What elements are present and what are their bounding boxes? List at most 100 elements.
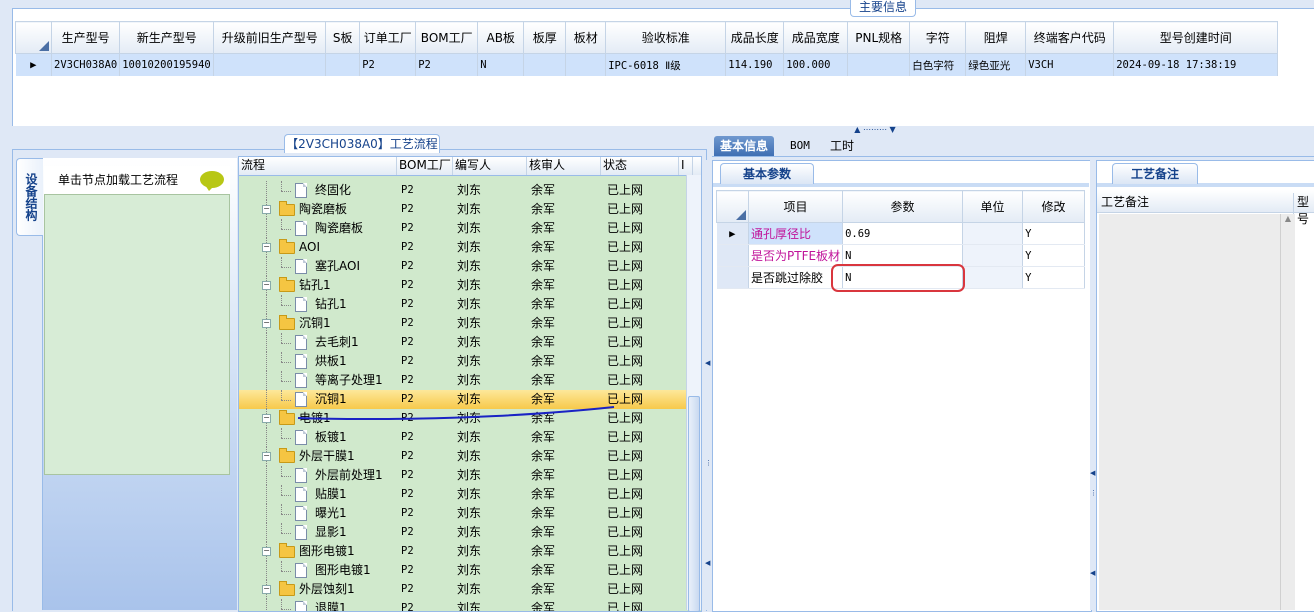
param-item-cell[interactable]: 通孔厚径比 xyxy=(748,222,844,245)
tree-leaf-node[interactable]: 钻孔1 P2 刘东 余军 已上网 xyxy=(239,295,687,314)
table-cell[interactable]: 白色字符 xyxy=(909,53,967,76)
tree-leaf-node[interactable]: 外层前处理1 P2 刘东 余军 已上网 xyxy=(239,466,687,485)
table-cell[interactable]: 100.000 xyxy=(783,53,849,76)
tree-leaf-node[interactable]: 板镀1 P2 刘东 余军 已上网 xyxy=(239,428,687,447)
column-header[interactable]: AB板 xyxy=(477,21,525,54)
splitter-grip-icon[interactable]: ▲ ⋯⋯⋯ ▼ xyxy=(845,126,905,134)
tree-leaf-node[interactable]: 终固化 P2 刘东 余军 已上网 xyxy=(239,181,687,200)
param-edit-cell[interactable]: Y xyxy=(1022,244,1086,267)
column-header[interactable]: PNL规格 xyxy=(847,21,911,54)
tree-leaf-node[interactable]: 去毛刺1 P2 刘东 余军 已上网 xyxy=(239,333,687,352)
column-header[interactable]: 订单工厂 xyxy=(359,21,417,54)
params-column-header[interactable]: 修改 xyxy=(1022,190,1086,223)
table-cell[interactable] xyxy=(325,53,361,76)
params-grid-corner[interactable] xyxy=(716,190,749,223)
notes-body[interactable] xyxy=(1099,214,1295,610)
tree-folder-node[interactable]: − 陶瓷磨板 P2 刘东 余军 已上网 xyxy=(239,200,687,219)
tree-column-header[interactable]: 状态 xyxy=(601,157,679,175)
collapse-icon[interactable]: − xyxy=(262,585,271,594)
table-cell[interactable] xyxy=(213,53,327,76)
tree-leaf-node[interactable]: 等离子处理1 P2 刘东 余军 已上网 xyxy=(239,371,687,390)
tree-folder-node[interactable]: − 沉铜1 P2 刘东 余军 已上网 xyxy=(239,314,687,333)
column-header[interactable]: 生产型号 xyxy=(50,21,121,54)
param-edit-cell[interactable]: Y xyxy=(1022,266,1086,289)
table-cell[interactable]: 114.190 xyxy=(725,53,785,76)
process-tree-grid[interactable]: 流程 BOM工厂 编写人 核审人 状态 I 终固化 P2 刘东 余军 已上网 − 陶瓷磨板 P2 刘东 余军… xyxy=(238,156,702,612)
table-cell[interactable] xyxy=(847,53,911,76)
tree-leaf-node[interactable]: 曝光1 P2 刘东 余军 已上网 xyxy=(239,504,687,523)
tree-leaf-node[interactable]: 塞孔AOI P2 刘东 余军 已上网 xyxy=(239,257,687,276)
tree-leaf-node[interactable]: 烘板1 P2 刘东 余军 已上网 xyxy=(239,352,687,371)
table-cell[interactable]: N xyxy=(477,53,525,76)
column-header[interactable]: 新生产型号 xyxy=(119,21,215,54)
tree-folder-node[interactable]: − 外层干膜1 P2 刘东 余军 已上网 xyxy=(239,447,687,466)
table-cell[interactable]: 10010200195940 xyxy=(119,53,215,76)
table-cell[interactable]: IPC-6018 Ⅱ级 xyxy=(605,53,727,76)
collapse-icon[interactable]: − xyxy=(262,414,271,423)
params-column-header[interactable]: 项目 xyxy=(747,190,844,223)
param-unit-cell[interactable] xyxy=(962,266,1024,289)
collapse-icon[interactable]: − xyxy=(262,319,271,328)
tree-folder-node[interactable]: − AOI P2 刘东 余军 已上网 xyxy=(239,238,687,257)
column-header[interactable]: 成品长度 xyxy=(725,21,785,54)
param-edit-cell[interactable]: Y xyxy=(1022,222,1086,245)
tab-process-notes[interactable]: 工艺备注 xyxy=(1112,163,1198,184)
tree-scroll-thumb[interactable] xyxy=(688,396,700,612)
params-row[interactable]: ▶ 通孔厚径比 0.69 Y xyxy=(716,222,1086,245)
tab-main-info[interactable]: 主要信息 xyxy=(850,0,916,17)
tab-process-flow[interactable]: 【2V3CH038A0】工艺流程 xyxy=(284,134,440,153)
table-cell[interactable]: 2V3CH038A0 xyxy=(51,53,121,76)
tree-leaf-node[interactable]: 图形电镀1 P2 刘东 余军 已上网 xyxy=(239,561,687,580)
tab-equipment-structure[interactable]: 设备结构 xyxy=(16,158,43,236)
param-item-cell[interactable]: 是否跳过除胶 xyxy=(748,266,844,289)
param-unit-cell[interactable] xyxy=(962,244,1024,267)
tree-folder-node[interactable]: − 钻孔1 P2 刘东 余军 已上网 xyxy=(239,276,687,295)
table-cell[interactable]: P2 xyxy=(415,53,479,76)
tab-basic-info[interactable]: 基本信息 xyxy=(714,136,775,156)
tab-bom[interactable]: BOM xyxy=(784,136,816,156)
tab-work-hours[interactable]: 工时 xyxy=(824,136,860,156)
collapse-icon[interactable]: − xyxy=(262,281,271,290)
table-cell[interactable]: P2 xyxy=(359,53,417,76)
grid-corner[interactable] xyxy=(15,21,52,54)
table-cell[interactable]: V3CH xyxy=(1025,53,1115,76)
tree-folder-node[interactable]: − 图形电镀1 P2 刘东 余军 已上网 xyxy=(239,542,687,561)
horizontal-splitter[interactable] xyxy=(0,126,1314,134)
tree-column-header[interactable]: 流程 xyxy=(239,157,397,175)
table-cell[interactable] xyxy=(523,53,567,76)
table-row[interactable]: ▶ 2V3CH038A0 10010200195940 P2 P2 N IPC-6018 Ⅱ… xyxy=(15,53,1279,76)
column-header[interactable]: 终端客户代码 xyxy=(1025,21,1115,54)
notes-scrollbar[interactable]: ▲ xyxy=(1280,214,1295,610)
tree-column-header[interactable]: I xyxy=(679,157,693,175)
tree-column-header[interactable]: BOM工厂 xyxy=(397,157,453,175)
column-header[interactable]: 板厚 xyxy=(523,21,567,54)
tree-column-header[interactable]: 核审人 xyxy=(527,157,601,175)
column-header[interactable]: 升级前旧生产型号 xyxy=(213,21,327,54)
param-item-cell[interactable]: 是否为PTFE板材 xyxy=(748,244,844,267)
collapse-icon[interactable]: − xyxy=(262,243,271,252)
tree-leaf-node[interactable]: 退膜1 P2 刘东 余军 已上网 xyxy=(239,599,687,611)
collapse-icon[interactable]: − xyxy=(262,205,271,214)
select-all-icon[interactable] xyxy=(736,210,746,220)
table-cell[interactable]: 绿色亚光 xyxy=(965,53,1027,76)
tree-leaf-node[interactable]: 贴膜1 P2 刘东 余军 已上网 xyxy=(239,485,687,504)
column-header[interactable]: 成品宽度 xyxy=(783,21,849,54)
column-header[interactable]: S板 xyxy=(325,21,361,54)
tab-basic-params[interactable]: 基本参数 xyxy=(720,163,814,184)
tree-leaf-node[interactable]: 显影1 P2 刘东 余军 已上网 xyxy=(239,523,687,542)
tree-leaf-node[interactable]: 陶瓷磨板 P2 刘东 余军 已上网 xyxy=(239,219,687,238)
select-all-icon[interactable] xyxy=(39,41,49,51)
tree-folder-node[interactable]: − 外层蚀刻1 P2 刘东 余军 已上网 xyxy=(239,580,687,599)
model-column-header[interactable]: 型号 xyxy=(1293,193,1314,227)
collapse-icon[interactable]: − xyxy=(262,452,271,461)
params-column-header[interactable]: 单位 xyxy=(962,190,1024,223)
params-column-header[interactable]: 参数 xyxy=(842,190,964,223)
column-header[interactable]: 验收标准 xyxy=(605,21,727,54)
column-header[interactable]: BOM工厂 xyxy=(415,21,479,54)
notes-column-header[interactable]: 工艺备注 xyxy=(1101,193,1149,210)
equipment-tree-area[interactable] xyxy=(44,194,230,475)
column-header[interactable]: 阻焊 xyxy=(965,21,1027,54)
vertical-splitter-left[interactable]: ◀ ⋮ ◀ xyxy=(705,160,712,610)
tree-column-header[interactable]: 编写人 xyxy=(453,157,527,175)
column-header[interactable]: 型号创建时间 xyxy=(1113,21,1279,54)
